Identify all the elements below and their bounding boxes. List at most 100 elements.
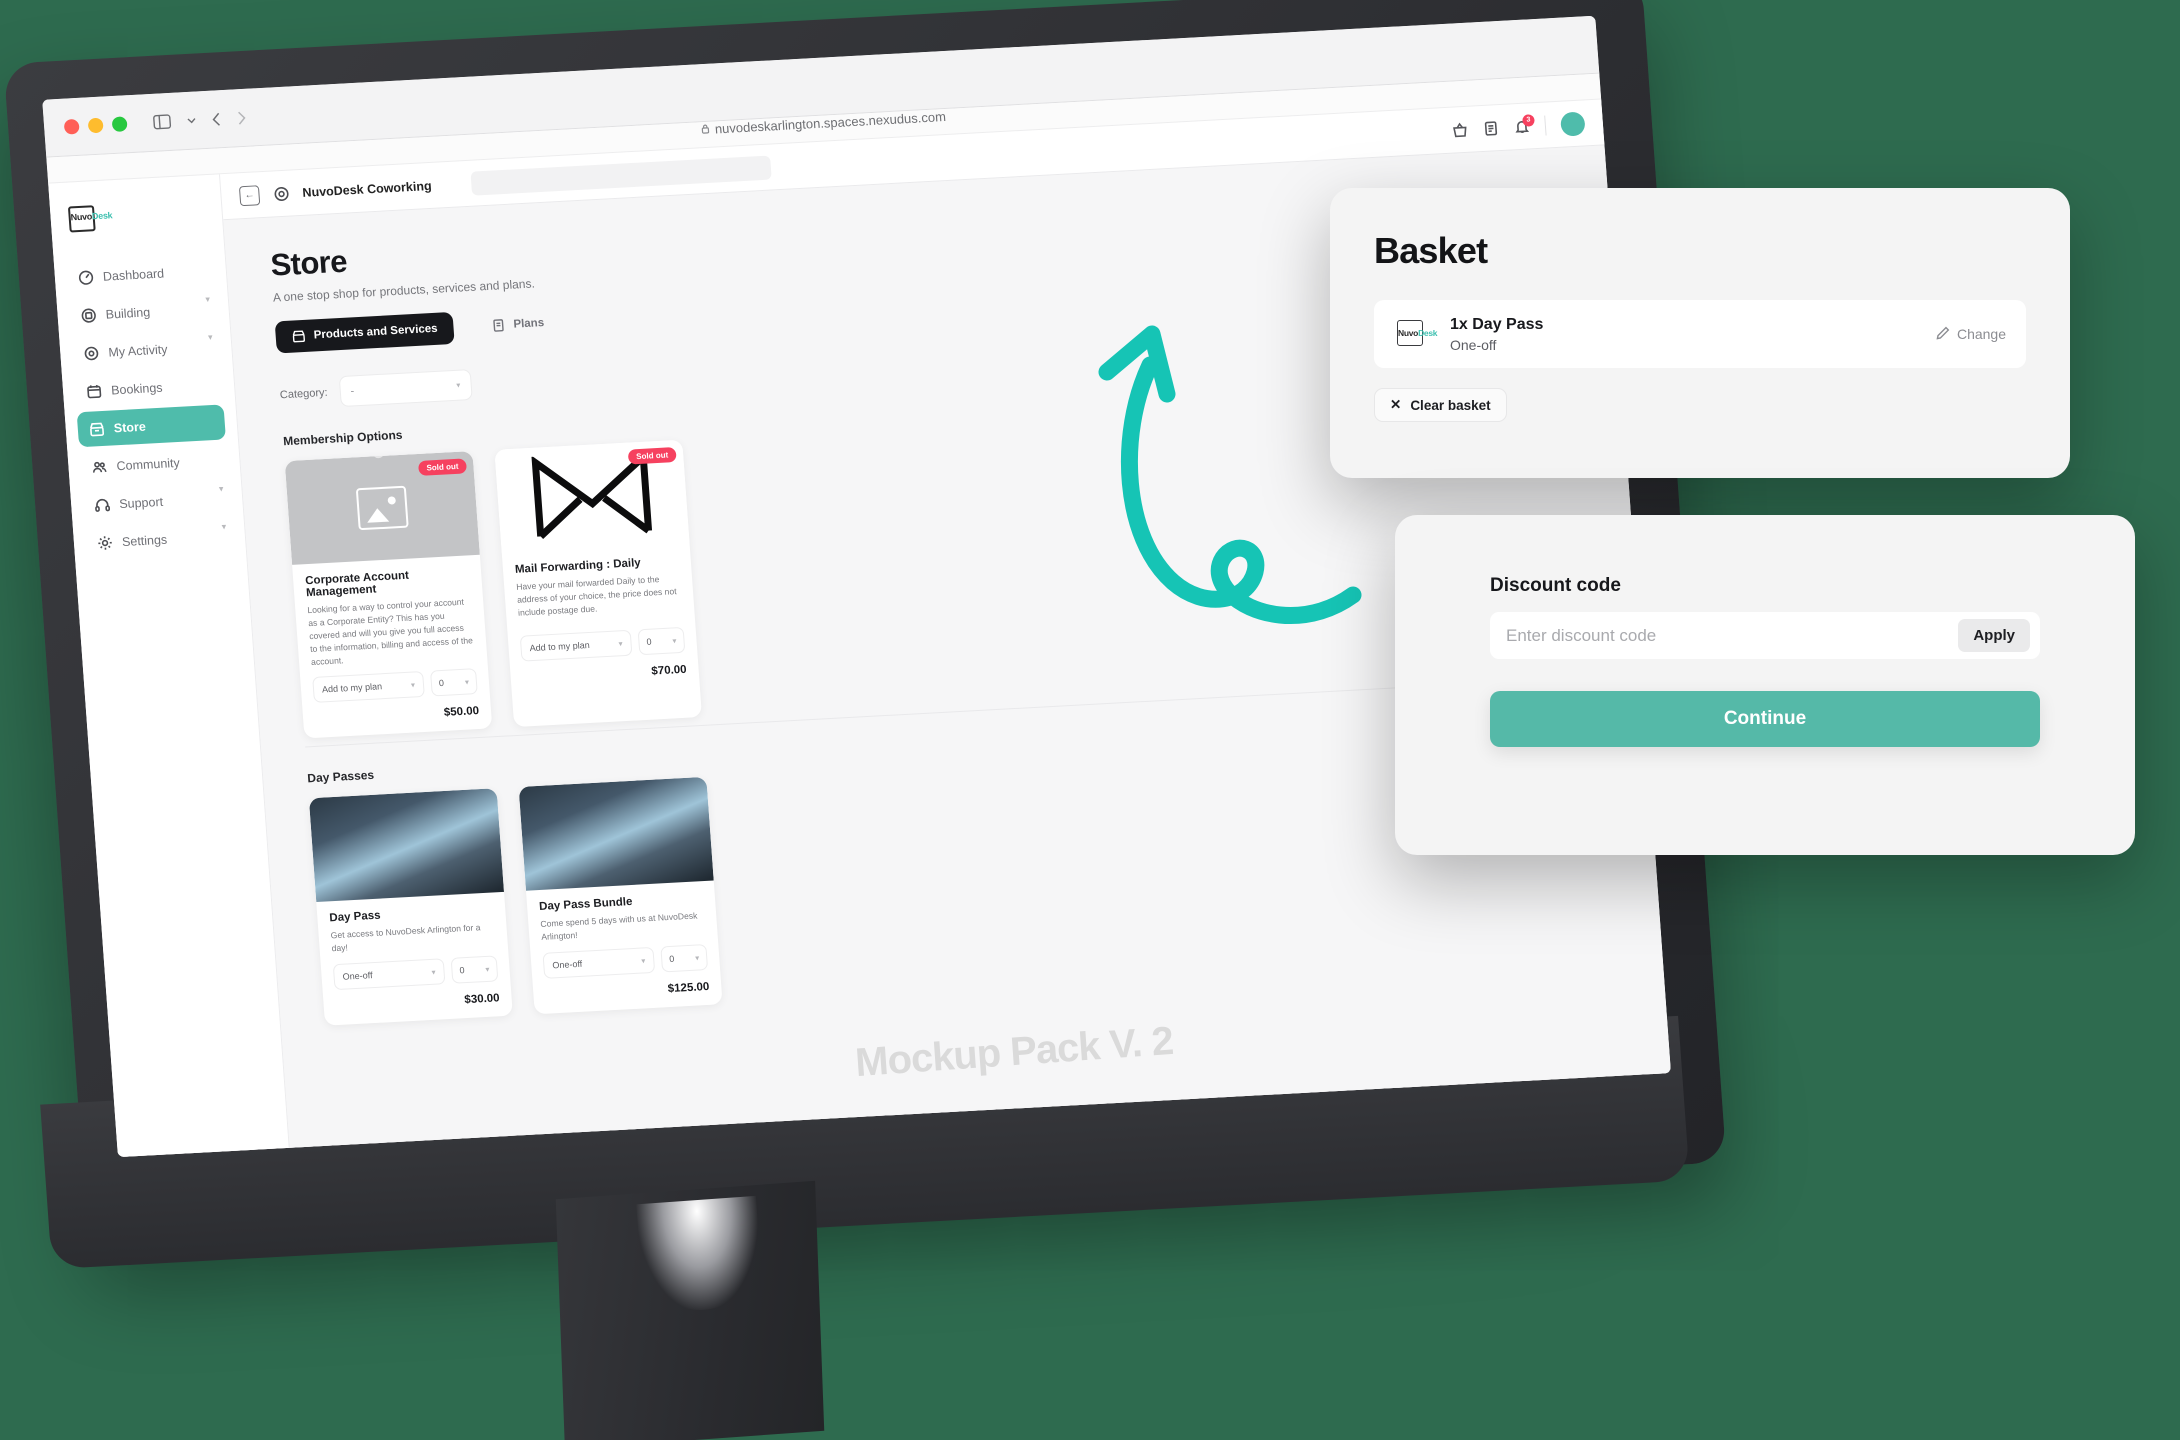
- gear-icon: [95, 534, 113, 552]
- quantity-value: 0: [438, 678, 445, 689]
- dashboard-icon: [76, 268, 94, 286]
- quantity-select[interactable]: 0 ▾: [430, 668, 478, 697]
- product-card[interactable]: Day Pass Get access to NuvoDesk Arlingto…: [308, 788, 513, 1027]
- plan-select[interactable]: Add to my plan ▾: [519, 629, 633, 662]
- basket-item-type: One-off: [1450, 336, 1497, 353]
- brand-name-light: Nuvo: [70, 211, 93, 223]
- chevron-down-icon[interactable]: ▾: [205, 294, 210, 305]
- chevron-down-icon: ▾: [431, 967, 436, 977]
- product-description: Come spend 5 days with us at NuvoDesk Ar…: [540, 910, 698, 943]
- space-name: NuvoDesk Coworking: [301, 178, 433, 200]
- sidebar-item-settings[interactable]: Settings ▾: [85, 518, 234, 561]
- sidebar-item-community[interactable]: Community: [79, 442, 228, 485]
- chevron-down-icon[interactable]: ▾: [221, 521, 226, 532]
- sidebar-item-label: My Activity: [107, 341, 168, 360]
- quantity-select[interactable]: 0 ▾: [660, 944, 709, 973]
- chevron-down-icon: ▾: [640, 956, 646, 966]
- product-card[interactable]: Sold out Mail Forwarding : Daily Have yo…: [494, 439, 703, 728]
- basket-title: Basket: [1374, 230, 1488, 271]
- sidebar-item-label: Settings: [121, 532, 168, 549]
- continue-button[interactable]: Continue: [1490, 691, 2040, 747]
- target-icon: [272, 185, 290, 203]
- product-description: Get access to NuvoDesk Arlington for a d…: [330, 922, 481, 954]
- back-arrow-icon[interactable]: [212, 112, 222, 126]
- product-card[interactable]: Sold out Corporate Account Management Lo…: [284, 451, 493, 739]
- plan-select[interactable]: Add to my plan ▾: [312, 671, 425, 704]
- basket-panel: Basket NuvoDesk 1x Day Pass One-off Chan…: [1330, 188, 2070, 478]
- basket-item-name: 1x Day Pass: [1450, 315, 1544, 333]
- plan-select-value: One-off: [552, 959, 583, 971]
- minimize-window-button[interactable]: [87, 117, 104, 134]
- quantity-value: 0: [459, 965, 465, 976]
- collapse-panel-icon[interactable]: ←: [238, 184, 261, 206]
- forward-arrow-icon[interactable]: [236, 110, 246, 125]
- close-icon: ✕: [1390, 397, 1402, 412]
- product-card[interactable]: Day Pass Bundle Come spend 5 days with u…: [518, 777, 723, 1015]
- community-icon: [90, 458, 108, 476]
- window-traffic-lights[interactable]: [63, 116, 128, 135]
- tab-label: Products and Services: [313, 322, 439, 342]
- basket-icon[interactable]: [1451, 121, 1468, 138]
- headset-icon: [93, 496, 111, 514]
- sidebar-item-support[interactable]: Support ▾: [82, 480, 231, 523]
- calendar-icon: [85, 382, 103, 400]
- divider: [1544, 115, 1547, 136]
- notifications-icon[interactable]: 3: [1513, 113, 1535, 135]
- chevron-down-icon[interactable]: [187, 117, 196, 123]
- sidebar-item-store[interactable]: Store: [76, 404, 226, 448]
- discount-input-wrapper: Apply: [1490, 612, 2040, 659]
- sidebar-item-my-activity[interactable]: My Activity ▾: [71, 329, 220, 372]
- sidebar-item-dashboard[interactable]: Dashboard: [66, 253, 215, 296]
- plan-select[interactable]: One-off ▾: [332, 958, 446, 991]
- product-image-photo: [308, 788, 505, 903]
- image-placeholder-icon: [355, 485, 409, 531]
- chevron-down-icon[interactable]: ▾: [208, 332, 213, 343]
- product-price: $70.00: [651, 663, 688, 678]
- invoice-icon[interactable]: [1482, 120, 1499, 137]
- sidebar-item-building[interactable]: Building ▾: [68, 291, 217, 334]
- discount-code-input[interactable]: [1506, 625, 1959, 646]
- store-icon: [87, 420, 105, 438]
- notification-badge: 3: [1522, 113, 1535, 127]
- chevron-down-icon[interactable]: ▾: [219, 484, 224, 495]
- maximize-window-button[interactable]: [111, 116, 128, 133]
- activity-icon: [82, 344, 100, 362]
- chevron-down-icon: ▾: [485, 964, 490, 974]
- discount-code-label: Discount code: [1490, 575, 1621, 596]
- product-price: $30.00: [464, 992, 501, 1007]
- chevron-down-icon: ▾: [672, 635, 677, 645]
- tab-plans[interactable]: Plans: [474, 306, 561, 342]
- sidebar-item-bookings[interactable]: Bookings: [74, 367, 223, 410]
- product-title: Corporate Account Management: [304, 569, 410, 600]
- sidebar-item-label: Dashboard: [102, 265, 165, 284]
- tab-products-and-services[interactable]: Products and Services: [274, 311, 455, 354]
- sidebar-toggle-icon[interactable]: [153, 114, 172, 130]
- plan-select-value: One-off: [342, 970, 373, 983]
- quantity-select[interactable]: 0 ▾: [450, 955, 499, 985]
- change-button[interactable]: Change: [1936, 326, 2006, 343]
- logo-text-light: Nuvo: [1398, 328, 1419, 338]
- pencil-icon: [1936, 326, 1950, 343]
- plan-select[interactable]: One-off ▾: [542, 947, 656, 980]
- sidebar-item-label: Building: [105, 304, 151, 322]
- envelope-icon: [531, 450, 653, 540]
- chevron-down-icon: ▾: [410, 680, 416, 690]
- search-input[interactable]: [470, 155, 772, 196]
- category-select[interactable]: - ▾: [338, 369, 473, 408]
- clear-basket-button[interactable]: ✕ Clear basket: [1374, 388, 1507, 422]
- close-window-button[interactable]: [63, 118, 80, 135]
- brand-logo: NuvoDesk: [67, 201, 132, 234]
- category-select-value: -: [350, 384, 355, 398]
- chevron-down-icon: ▾: [456, 380, 461, 390]
- sidebar-item-label: Community: [116, 455, 181, 473]
- product-price: $125.00: [667, 981, 710, 996]
- apply-discount-button[interactable]: Apply: [1958, 619, 2030, 652]
- plan-select-value: Add to my plan: [529, 639, 590, 654]
- tab-label: Plans: [513, 316, 545, 331]
- lock-icon: [700, 122, 709, 137]
- quantity-select[interactable]: 0 ▾: [637, 626, 686, 656]
- plan-select-value: Add to my plan: [321, 681, 383, 695]
- product-image-envelope: Sold out: [494, 439, 690, 554]
- avatar[interactable]: [1559, 110, 1586, 137]
- sidebar-item-label: Bookings: [110, 380, 163, 397]
